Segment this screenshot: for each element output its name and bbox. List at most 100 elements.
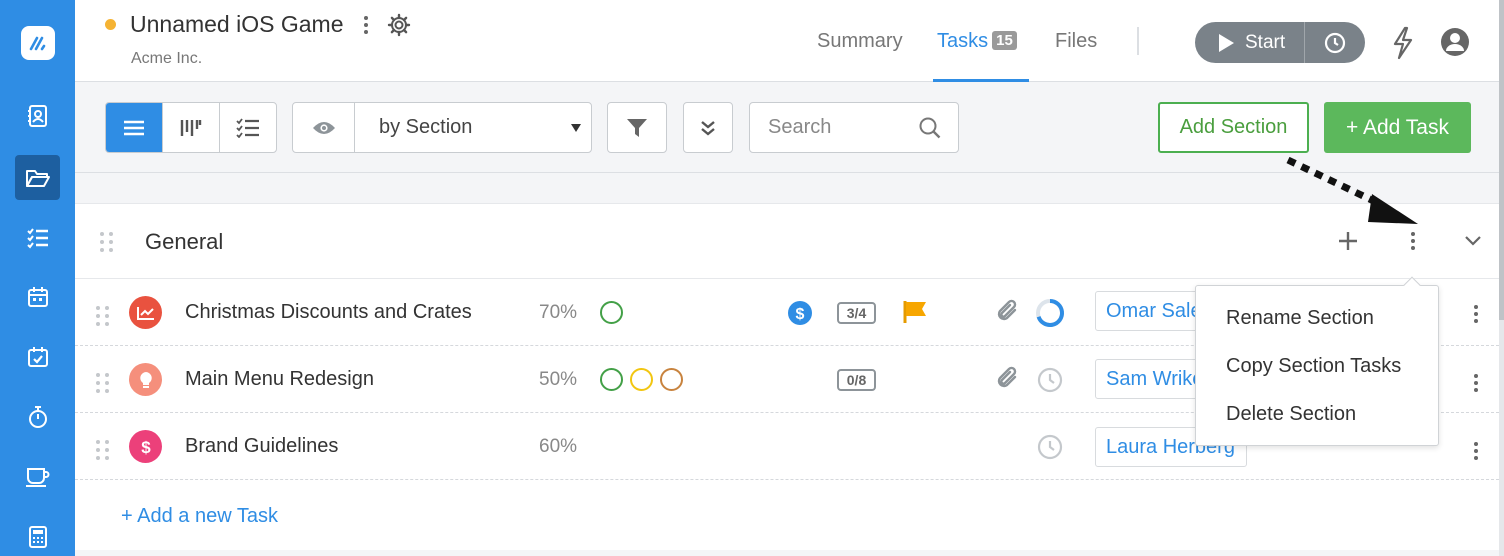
collapse-all-button[interactable] — [683, 102, 733, 153]
tasks-count-badge: 15 — [992, 31, 1017, 50]
stopwatch-icon — [28, 405, 47, 428]
task-list-icon — [26, 227, 48, 249]
drag-handle-icon[interactable] — [96, 373, 109, 393]
nav-tasks[interactable] — [15, 215, 60, 260]
visibility-toggle[interactable] — [293, 103, 355, 152]
play-icon — [1219, 33, 1234, 52]
menu-item-copy-section-tasks[interactable]: Copy Section Tasks — [1226, 355, 1401, 378]
status-circle-icon[interactable] — [600, 368, 623, 391]
drag-handle-icon[interactable] — [96, 440, 109, 460]
task-type-icon — [129, 296, 162, 329]
task-menu-icon[interactable] — [1474, 442, 1478, 460]
add-new-task-link[interactable]: + Add a new Task — [121, 505, 278, 528]
task-type-icon: $ — [129, 430, 162, 463]
chart-line-icon — [136, 306, 154, 320]
menu-item-rename-section[interactable]: Rename Section — [1226, 307, 1374, 330]
section-title[interactable]: General — [145, 229, 223, 255]
view-switcher — [105, 102, 277, 153]
status-circle-icon[interactable] — [630, 368, 653, 391]
user-avatar-icon[interactable] — [1440, 27, 1470, 57]
task-name[interactable]: Christmas Discounts and Crates — [185, 301, 472, 324]
project-status-dot — [105, 19, 116, 30]
tab-tasks-label: Tasks — [937, 30, 989, 52]
nav-calendar[interactable] — [15, 274, 60, 319]
start-label: Start — [1245, 31, 1286, 53]
attachment-icon[interactable] — [995, 366, 1021, 392]
kanban-icon — [180, 119, 202, 136]
add-section-button[interactable]: Add Section — [1158, 102, 1309, 153]
board-view-button[interactable] — [163, 103, 220, 152]
status-circle-icon[interactable] — [600, 301, 623, 324]
subtask-counter[interactable]: 0/8 — [837, 369, 876, 391]
grouping-select-value[interactable]: by Section — [355, 103, 591, 152]
app-logo[interactable] — [21, 26, 55, 60]
double-chevron-down-icon — [701, 120, 715, 136]
nav-timer[interactable] — [15, 394, 60, 439]
nav-projects[interactable] — [15, 155, 60, 200]
lightbulb-icon — [139, 371, 152, 388]
calculator-icon — [28, 525, 47, 548]
add-task-button[interactable]: + Add Task — [1324, 102, 1471, 153]
chevron-down-icon[interactable] — [1464, 235, 1482, 247]
project-title[interactable]: Unnamed iOS Game — [130, 11, 343, 38]
sidebar — [0, 0, 75, 556]
timer-history-button[interactable] — [1305, 32, 1365, 54]
start-button[interactable]: Start — [1195, 22, 1305, 63]
task-name[interactable]: Main Menu Redesign — [185, 368, 374, 391]
list-icon — [124, 120, 144, 135]
calendar-check-icon — [27, 346, 48, 367]
filter-icon — [627, 118, 647, 137]
caret-down-icon — [571, 123, 581, 132]
tab-files[interactable]: Files — [1055, 30, 1097, 53]
eye-icon — [312, 121, 335, 134]
scrollbar-thumb[interactable] — [1499, 0, 1504, 320]
clock-icon[interactable] — [1037, 367, 1063, 393]
task-menu-icon[interactable] — [1474, 374, 1478, 392]
task-name[interactable]: Brand Guidelines — [185, 435, 338, 458]
nav-contacts[interactable] — [15, 93, 60, 138]
clock-icon[interactable] — [1037, 434, 1063, 460]
company-name: Acme Inc. — [131, 50, 203, 67]
section-context-menu: Rename Section Copy Section Tasks Delete… — [1195, 285, 1439, 446]
project-more-icon[interactable] — [364, 16, 368, 34]
subtask-counter[interactable]: 3/4 — [837, 302, 876, 324]
lightning-icon[interactable] — [1391, 26, 1413, 60]
calendar-icon — [27, 286, 48, 307]
task-progress: 60% — [539, 436, 578, 457]
checklist-view-button[interactable] — [220, 103, 276, 152]
flag-icon[interactable] — [902, 300, 928, 324]
gear-icon[interactable] — [387, 13, 411, 37]
active-tab-indicator — [933, 79, 1029, 82]
nav-breaks[interactable] — [15, 454, 60, 499]
task-progress: 50% — [539, 369, 578, 390]
task-type-icon — [129, 363, 162, 396]
clock-icon — [1324, 32, 1346, 53]
nav-checklist[interactable] — [15, 334, 60, 379]
tab-summary[interactable]: Summary — [817, 30, 903, 53]
search-icon[interactable] — [918, 116, 942, 140]
filter-button[interactable] — [607, 102, 667, 153]
dollar-icon: $ — [141, 438, 151, 457]
status-circle-icon[interactable] — [660, 368, 683, 391]
search-field[interactable] — [749, 102, 959, 153]
header-divider — [1137, 27, 1139, 55]
nav-calculator[interactable] — [15, 514, 60, 556]
grouping-select[interactable]: by Section — [292, 102, 592, 153]
task-menu-icon[interactable] — [1474, 305, 1478, 323]
list-view-button[interactable] — [106, 103, 163, 152]
svg-text:$: $ — [141, 438, 151, 457]
attachment-icon[interactable] — [995, 299, 1021, 325]
drag-handle-icon[interactable] — [96, 306, 109, 326]
time-progress-icon[interactable] — [1035, 298, 1065, 328]
contacts-icon — [27, 104, 47, 127]
tab-tasks[interactable]: Tasks 15 — [937, 30, 1017, 53]
search-input[interactable] — [768, 116, 918, 139]
dollar-icon[interactable]: $ — [788, 301, 812, 325]
menu-item-delete-section[interactable]: Delete Section — [1226, 403, 1356, 426]
logo-icon — [29, 36, 46, 51]
annotation-arrow — [1286, 156, 1418, 224]
checklist-icon — [236, 117, 259, 138]
section-drag-handle-icon[interactable] — [100, 232, 113, 252]
folder-open-icon — [25, 169, 50, 187]
svg-text:$: $ — [796, 306, 805, 323]
